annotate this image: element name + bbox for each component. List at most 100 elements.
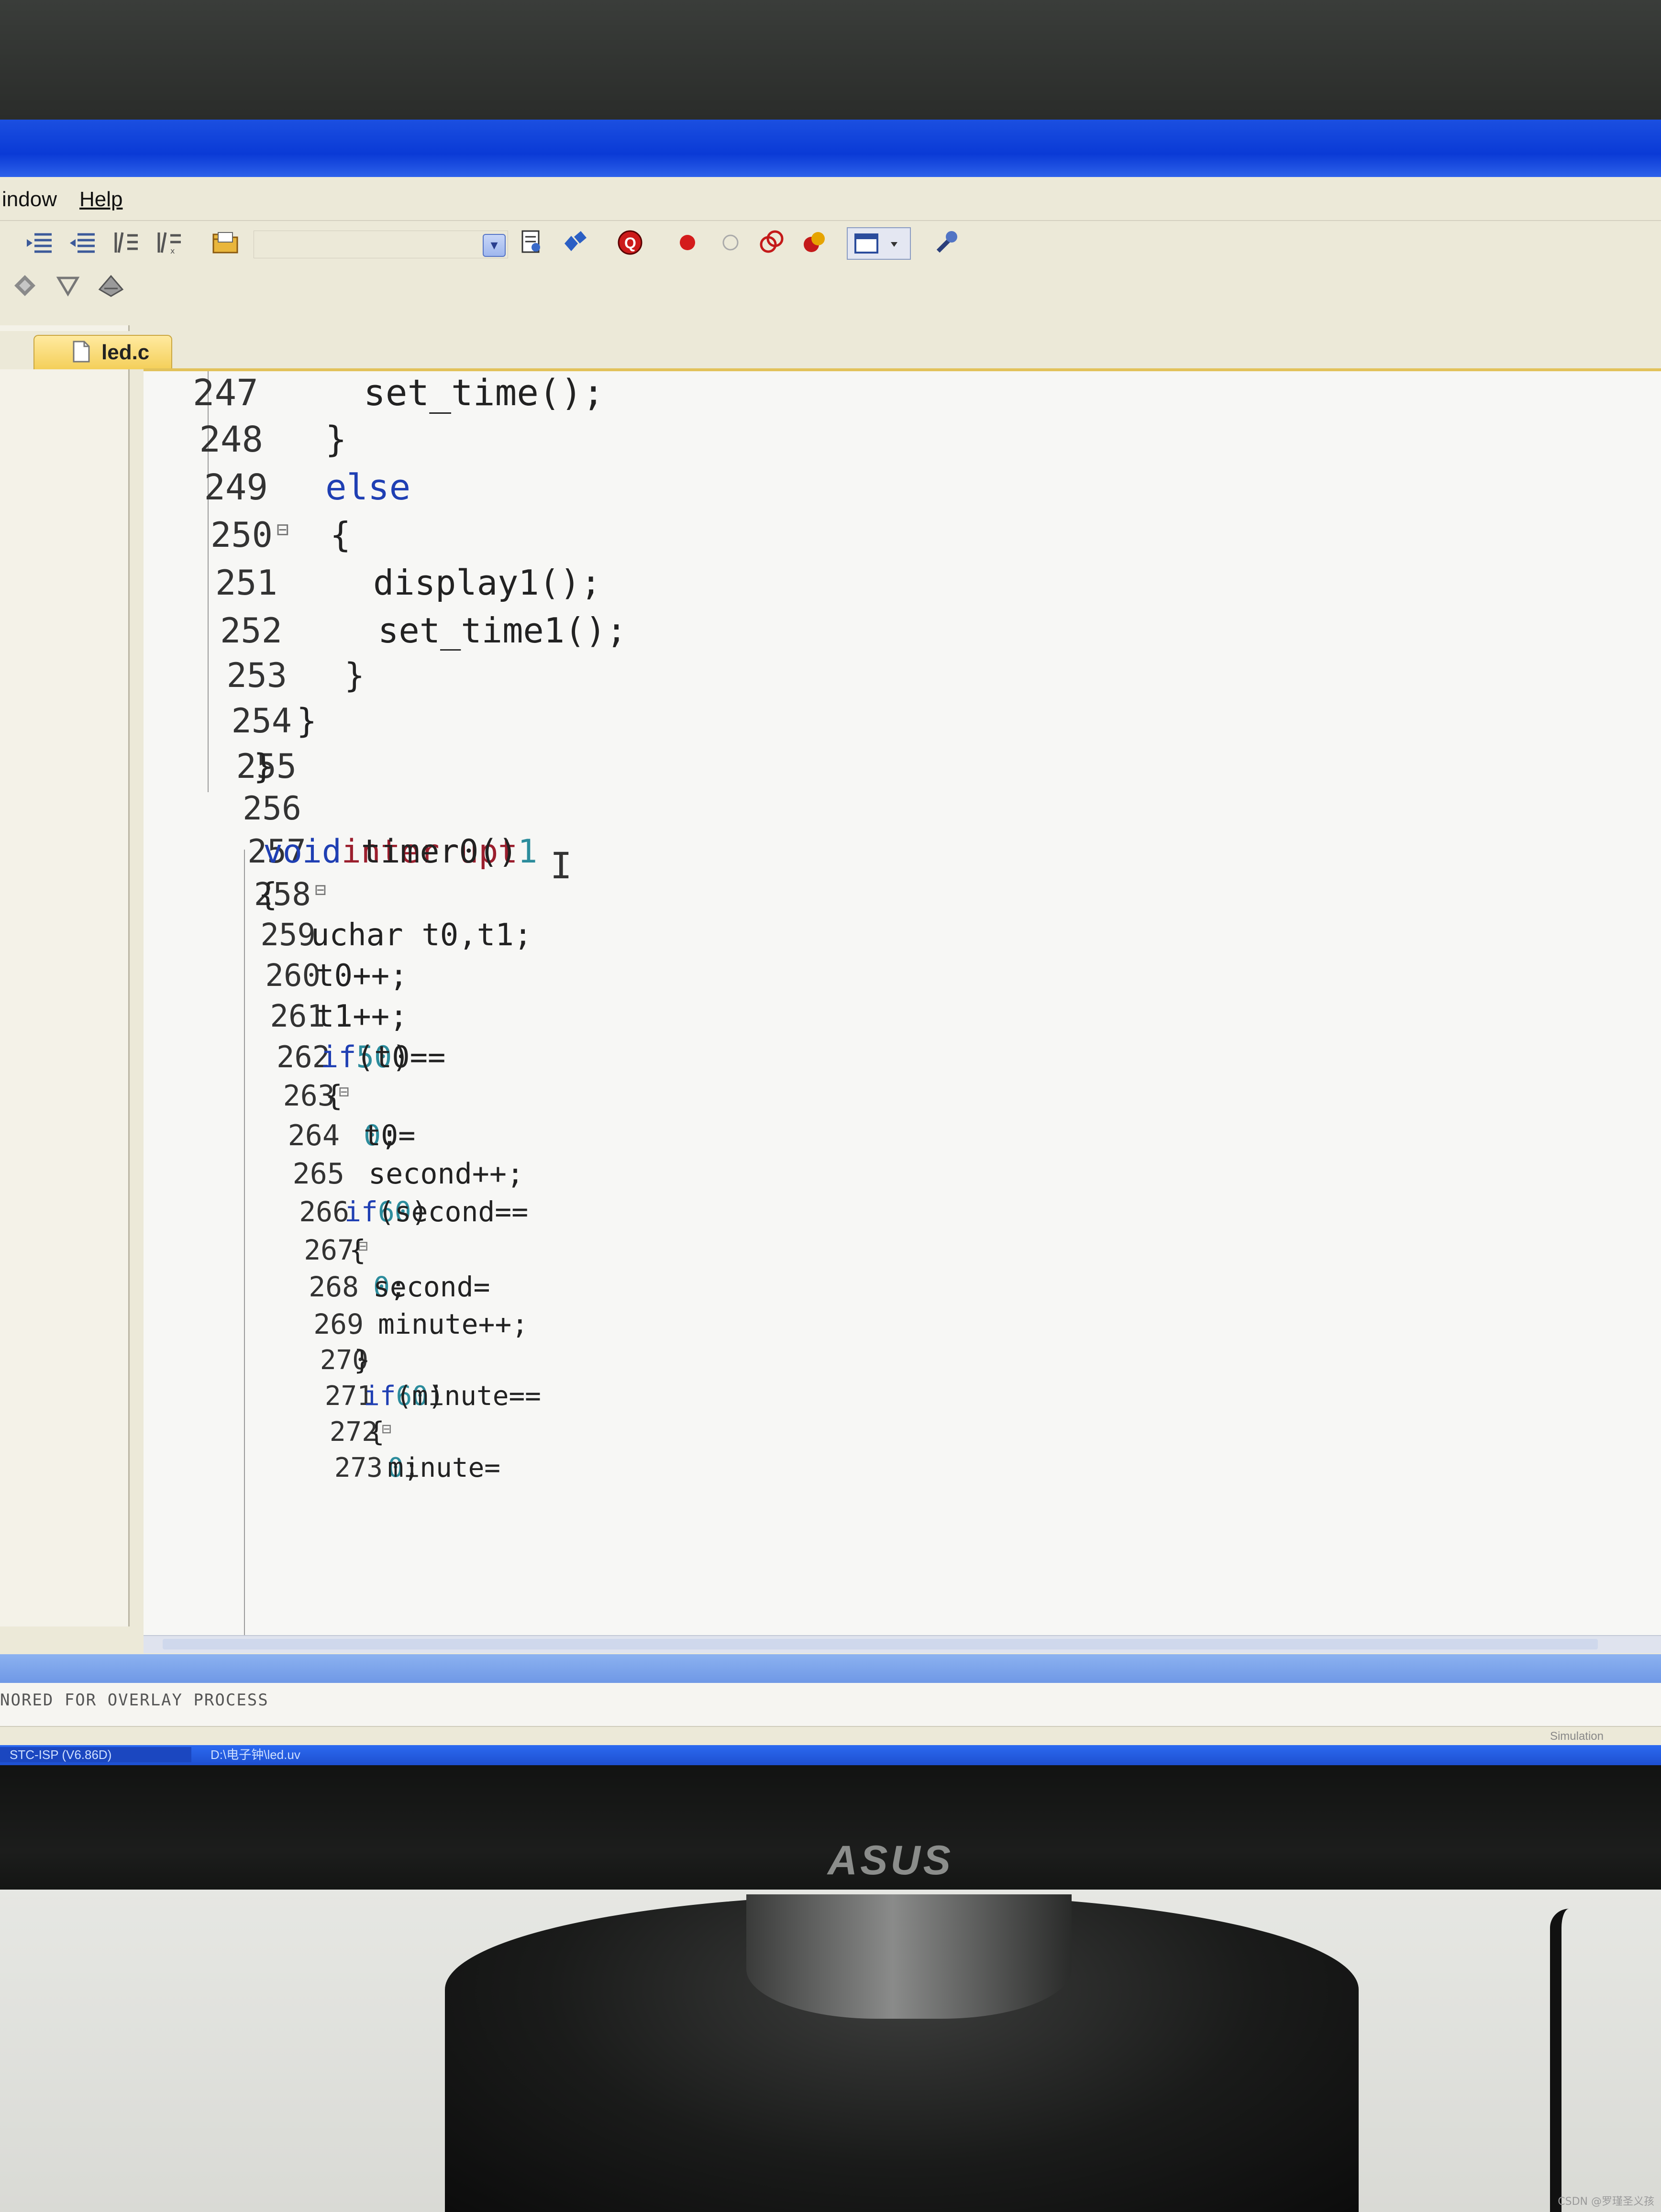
comment-icon[interactable] bbox=[110, 227, 141, 258]
line-number: 252 bbox=[220, 610, 282, 651]
fold-toggle-icon[interactable]: ⊟ bbox=[315, 879, 326, 901]
line-number: 271 bbox=[324, 1381, 373, 1412]
translate-icon[interactable] bbox=[53, 270, 83, 301]
line-number: 253 bbox=[226, 656, 287, 695]
code-line[interactable]: minute= 0; bbox=[388, 1452, 500, 1483]
line-number: 273 bbox=[334, 1452, 383, 1483]
tab-led-c[interactable]: led.c bbox=[33, 335, 172, 369]
code-token: { bbox=[258, 876, 277, 913]
code-token: } bbox=[344, 656, 365, 695]
code-line[interactable]: if (minute== 60) bbox=[364, 1381, 541, 1412]
line-number: 270 bbox=[320, 1345, 368, 1376]
line-number: 254 bbox=[231, 701, 292, 741]
watermark: CSDN @罗瑾圣义孩 bbox=[1558, 2196, 1654, 2208]
code-line[interactable]: second= 0; bbox=[373, 1271, 490, 1303]
menu-help[interactable]: Help bbox=[79, 188, 123, 211]
svg-text:x: x bbox=[170, 246, 175, 254]
code-token: else bbox=[325, 467, 411, 508]
code-token: } bbox=[254, 747, 274, 786]
rebuild-icon[interactable] bbox=[96, 270, 126, 301]
code-token: ) bbox=[428, 1381, 444, 1412]
code-token: ; bbox=[403, 1452, 420, 1483]
power-cable bbox=[1550, 1909, 1581, 2212]
line-number: 269 bbox=[313, 1308, 364, 1340]
find-icon[interactable] bbox=[560, 227, 590, 258]
window-layout-icon[interactable] bbox=[847, 227, 911, 260]
code-token: minute++; bbox=[378, 1308, 529, 1340]
menu-window[interactable]: indow bbox=[2, 188, 57, 211]
horizontal-scrollbar[interactable] bbox=[144, 1635, 1661, 1653]
settings-icon[interactable] bbox=[930, 227, 961, 258]
breakpoint-icon[interactable] bbox=[672, 227, 703, 258]
indent-icon[interactable] bbox=[24, 227, 55, 258]
code-line[interactable]: t0= 0; bbox=[364, 1119, 415, 1152]
line-number: 249 bbox=[204, 467, 268, 508]
line-number: 264 bbox=[288, 1119, 340, 1152]
disable-breakpoints-icon[interactable] bbox=[799, 227, 830, 258]
code-token: ; bbox=[389, 1271, 407, 1303]
title-bar bbox=[0, 120, 1661, 177]
build-target-icon[interactable] bbox=[10, 270, 40, 301]
code-line[interactable]: else bbox=[325, 467, 410, 508]
breakpoint-disabled-icon[interactable] bbox=[715, 227, 746, 258]
outdent-icon[interactable] bbox=[67, 227, 98, 258]
background-wall bbox=[0, 0, 1661, 120]
code-line[interactable]: if (t0== 50) bbox=[321, 1040, 445, 1074]
code-token: display1(); bbox=[373, 563, 601, 603]
output-line: NORED FOR OVERLAY PROCESS bbox=[0, 1691, 269, 1710]
line-number: 251 bbox=[215, 563, 277, 603]
code-token: (minute== bbox=[396, 1381, 541, 1412]
toolbar-file bbox=[0, 264, 1661, 307]
code-token: uchar t0,t1; bbox=[311, 918, 532, 953]
uncomment-icon[interactable]: x bbox=[153, 227, 184, 258]
line-number: 248 bbox=[199, 419, 263, 460]
line-number: 256 bbox=[243, 790, 301, 828]
taskbar-item-stc-isp[interactable]: STC-ISP (V6.86D) bbox=[0, 1747, 191, 1762]
code-token: ) bbox=[411, 1195, 428, 1228]
chevron-down-icon[interactable]: ▾ bbox=[483, 234, 506, 257]
line-number: 263 bbox=[283, 1079, 335, 1113]
line-number: 250 bbox=[210, 515, 273, 555]
line-number: 268 bbox=[309, 1271, 359, 1303]
toolbar-build: x ▾ Q bbox=[0, 221, 1661, 264]
code-token: if bbox=[344, 1195, 378, 1228]
line-number: 272 bbox=[329, 1416, 378, 1448]
code-editor[interactable]: 247 set_time(); 248} 249 else 250 ⊟{251 display… bbox=[144, 368, 1661, 1644]
find-in-files-icon[interactable] bbox=[517, 227, 547, 258]
monitor-screen: indow Help x ▾ Q led.c 247 set_time(); 2… bbox=[0, 120, 1661, 1765]
code-token: second++; bbox=[368, 1157, 524, 1191]
code-line[interactable]: void timer0() interrupt 1 bbox=[263, 833, 537, 871]
code-token: { bbox=[325, 1079, 343, 1113]
fold-toggle-icon[interactable]: ⊟ bbox=[277, 518, 289, 542]
code-token: if bbox=[364, 1381, 396, 1412]
monitor-brand-logo: ASUS bbox=[828, 1837, 953, 1883]
monitor-neck bbox=[746, 1894, 1072, 2019]
code-token: (second== bbox=[377, 1195, 529, 1228]
project-pane[interactable] bbox=[0, 325, 130, 1626]
code-token: } bbox=[354, 1345, 370, 1376]
kill-breakpoints-icon[interactable] bbox=[756, 227, 786, 258]
code-token: ) bbox=[392, 1040, 410, 1074]
tab-label: led.c bbox=[101, 341, 150, 364]
code-token: void bbox=[263, 833, 342, 871]
line-number: 266 bbox=[299, 1195, 349, 1228]
line-number: 262 bbox=[277, 1040, 330, 1074]
line-number: 260 bbox=[265, 958, 321, 994]
line-number: 267 bbox=[304, 1234, 354, 1266]
code-token: t0++; bbox=[316, 958, 408, 994]
code-token: } bbox=[297, 701, 317, 741]
line-number: 259 bbox=[260, 918, 316, 953]
open-folder-icon[interactable] bbox=[210, 227, 241, 258]
code-line[interactable]: if (second== 60) bbox=[344, 1195, 528, 1228]
debug-start-icon[interactable]: Q bbox=[615, 227, 645, 258]
taskbar-item-keil[interactable]: D:\电子钟\led.uv bbox=[201, 1747, 411, 1762]
file-icon bbox=[73, 341, 90, 365]
output-window-title bbox=[0, 1654, 1661, 1683]
scrollbar-thumb[interactable] bbox=[163, 1639, 1598, 1649]
taskbar: STC-ISP (V6.86D) D:\电子钟\led.uv bbox=[0, 1745, 1661, 1765]
code-token: if bbox=[321, 1040, 356, 1074]
line-number: 265 bbox=[292, 1157, 344, 1191]
line-number: 247 bbox=[192, 371, 258, 414]
find-combo-box[interactable]: ▾ bbox=[254, 231, 508, 258]
